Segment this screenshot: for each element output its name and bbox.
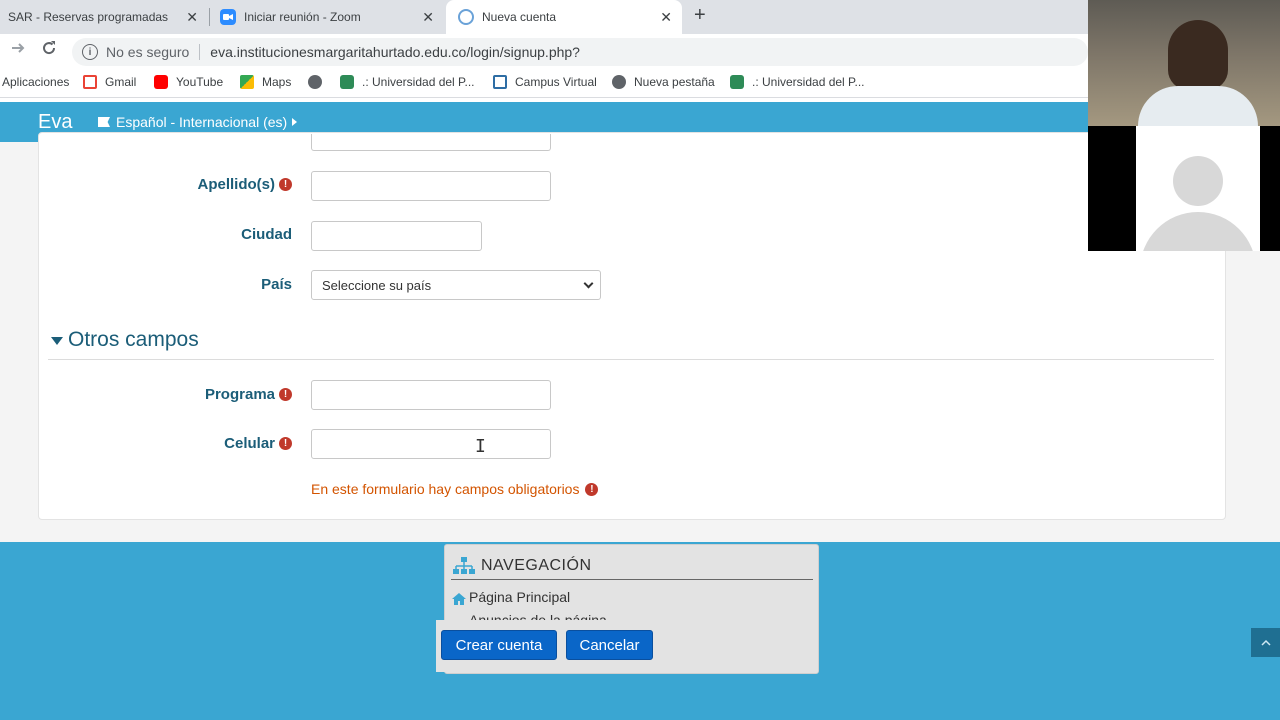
tab-separator <box>209 8 210 26</box>
presenter-shirt <box>1138 86 1258 126</box>
reload-icon[interactable] <box>41 40 57 61</box>
language-label: Español - Internacional (es) <box>116 114 288 130</box>
nombre-input[interactable] <box>311 134 551 151</box>
required-icon: ! <box>279 437 292 450</box>
nav-item-pagina-principal[interactable]: Página Principal <box>469 589 570 605</box>
celular-label: Celular ! <box>92 435 292 452</box>
bookmark-gmail[interactable]: Gmail <box>83 75 136 89</box>
collapse-caret-icon[interactable] <box>51 337 63 345</box>
avatar-head <box>1173 156 1223 206</box>
home-icon <box>452 593 466 605</box>
bookmark-label: Gmail <box>105 75 137 89</box>
maps-icon <box>240 75 254 89</box>
bookmark-label: Maps <box>262 75 292 89</box>
url-text: eva.institucionesmargaritahurtado.edu.co… <box>210 44 580 60</box>
zoom-favicon-icon <box>220 9 236 25</box>
field-label-text: Programa <box>204 386 275 403</box>
sitemap-icon <box>453 557 475 574</box>
required-icon: ! <box>585 482 599 496</box>
programa-label: Programa ! <box>92 386 292 403</box>
bookmark-label: Campus Virtual <box>515 75 597 89</box>
crear-cuenta-button[interactable]: Crear cuenta <box>441 630 557 660</box>
bookmark-aplicaciones[interactable]: Aplicaciones <box>2 75 69 89</box>
field-label-text: Apellido(s) <box>197 176 276 193</box>
required-note-text: En este formulario hay campos obligatori… <box>311 481 580 497</box>
bookmark-universidad-2[interactable]: .: Universidad del P... <box>730 75 865 89</box>
ciudad-label: Ciudad <box>92 226 292 243</box>
site-favicon-icon <box>458 9 474 25</box>
tab-nueva-cuenta[interactable]: Nueva cuenta ✕ <box>446 0 682 34</box>
required-fields-note: En este formulario hay campos obligatori… <box>311 481 599 497</box>
field-label-text: Celular <box>224 435 275 452</box>
bookmark-universidad-1[interactable]: .: Universidad del P... <box>340 75 475 89</box>
participant-avatar <box>1136 126 1260 251</box>
bookmark-globe[interactable] <box>308 75 330 89</box>
tab-zoom[interactable]: Iniciar reunión - Zoom ✕ <box>212 0 444 34</box>
bookmark-campus-virtual[interactable]: Campus Virtual <box>493 75 597 89</box>
flag-icon <box>98 117 110 127</box>
avatar-body <box>1140 212 1256 251</box>
bookmark-youtube[interactable]: YouTube <box>154 75 223 89</box>
pais-label: País <box>92 276 292 293</box>
cancelar-button[interactable]: Cancelar <box>566 630 653 660</box>
close-tab-icon[interactable]: ✕ <box>660 9 672 26</box>
apellidos-input[interactable] <box>311 171 551 201</box>
bookmark-label: Nueva pestaña <box>634 75 715 89</box>
programa-input[interactable] <box>311 380 551 410</box>
shield-icon <box>730 75 744 89</box>
tab-sar-reservas[interactable]: SAR - Reservas programadas ✕ <box>0 0 208 34</box>
page-footer: NAVEGACIÓN Página Principal Anuncios de … <box>0 542 1280 720</box>
field-label-text: País <box>261 276 292 293</box>
omnibox-separator <box>199 44 201 60</box>
bookmark-label: YouTube <box>176 75 224 89</box>
bookmark-maps[interactable]: Maps <box>240 75 291 89</box>
scroll-to-top-button[interactable] <box>1251 628 1280 657</box>
required-icon: ! <box>279 388 292 401</box>
security-label: No es seguro <box>106 44 190 60</box>
bookmark-label: Aplicaciones <box>2 75 70 89</box>
shield-icon <box>340 75 354 89</box>
webcam-video-participant <box>1088 126 1280 251</box>
new-tab-button[interactable]: + <box>694 4 706 27</box>
celular-input[interactable] <box>311 429 551 459</box>
info-icon[interactable]: i <box>82 44 98 60</box>
tab-title: SAR - Reservas programadas <box>8 10 169 24</box>
bookmark-label: .: Universidad del P... <box>752 75 865 89</box>
navigation-divider <box>451 579 813 580</box>
address-bar[interactable]: i No es seguro eva.institucionesmargarit… <box>72 38 1088 66</box>
pais-select[interactable]: Seleccione su país <box>311 270 601 300</box>
youtube-icon <box>154 75 168 89</box>
chevron-down-icon <box>583 278 594 289</box>
section-otros-campos[interactable]: Otros campos <box>68 328 199 352</box>
text-cursor-icon: I <box>475 436 486 457</box>
close-tab-icon[interactable]: ✕ <box>422 9 434 26</box>
field-label-text: Ciudad <box>241 226 292 243</box>
chevron-up-icon <box>1260 639 1271 646</box>
forward-icon[interactable] <box>10 40 26 61</box>
bookmark-label: .: Universidad del P... <box>362 75 475 89</box>
tab-title: Nueva cuenta <box>482 10 557 24</box>
close-tab-icon[interactable]: ✕ <box>186 9 198 26</box>
required-icon: ! <box>279 178 292 191</box>
ciudad-input[interactable] <box>311 221 482 251</box>
select-value: Seleccione su país <box>322 277 432 293</box>
tab-title: Iniciar reunión - Zoom <box>244 10 361 24</box>
campus-icon <box>493 75 507 89</box>
navigation-title: NAVEGACIÓN <box>481 557 592 574</box>
section-divider <box>48 359 1214 360</box>
gmail-icon <box>83 75 97 89</box>
apellidos-label: Apellido(s) ! <box>92 176 292 193</box>
globe-icon <box>308 75 322 89</box>
language-menu[interactable]: Español - Internacional (es) <box>98 114 298 130</box>
globe-icon <box>612 75 626 89</box>
webcam-video-presenter <box>1088 0 1280 126</box>
caret-right-icon <box>292 118 298 126</box>
presenter-figure <box>1168 20 1228 90</box>
site-brand[interactable]: Eva <box>38 111 72 134</box>
bookmark-nueva-pestana[interactable]: Nueva pestaña <box>612 75 715 89</box>
